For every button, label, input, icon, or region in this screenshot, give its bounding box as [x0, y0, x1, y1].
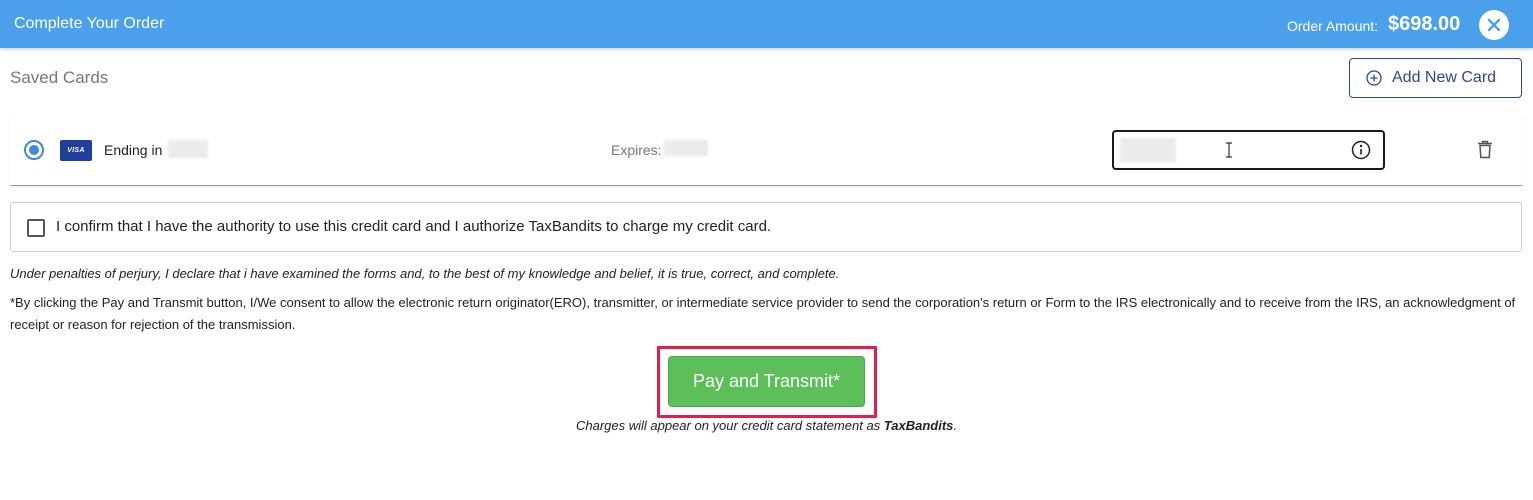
saved-cards-title: Saved Cards	[10, 68, 109, 87]
header-title: Complete Your Order	[14, 15, 165, 32]
perjury-statement: Under penalties of perjury, I declare th…	[10, 266, 840, 281]
consent-statement: *By clicking the Pay and Transmit button…	[10, 295, 1516, 332]
card-select-radio[interactable]	[24, 140, 44, 160]
add-new-card-label: Add New Card	[1392, 69, 1497, 86]
authorization-confirm-row: I confirm that I have the authority to u…	[10, 202, 1522, 252]
card-number-redacted	[168, 140, 208, 158]
text-cursor-icon	[1226, 142, 1232, 158]
pay-and-transmit-button[interactable]: Pay and Transmit*	[668, 356, 865, 407]
trash-icon[interactable]	[1477, 140, 1493, 159]
order-amount-value: $698.00	[1388, 13, 1461, 35]
add-new-card-button[interactable]: Add New Card	[1349, 58, 1522, 98]
saved-card-row: VISA Ending in Expires:	[10, 114, 1522, 186]
order-amount-label: Order Amount:	[1287, 18, 1379, 34]
close-icon	[1487, 18, 1501, 32]
charges-note: Charges will appear on your credit card …	[0, 418, 1533, 433]
card-expiry-redacted	[664, 140, 708, 156]
card-expires-label: Expires:	[611, 142, 662, 158]
cvv-input[interactable]	[1112, 130, 1385, 170]
charges-note-prefix: Charges will appear on your credit card …	[575, 418, 884, 433]
charges-note-brand: TaxBandits	[883, 418, 954, 433]
card-ending-label: Ending in	[104, 142, 163, 158]
authorization-text: I confirm that I have the authority to u…	[56, 218, 772, 235]
cvv-value-redacted	[1120, 138, 1176, 162]
info-icon[interactable]	[1351, 140, 1371, 160]
close-button[interactable]	[1479, 10, 1509, 40]
order-header: Complete Your Order Order Amount: $698.0…	[0, 0, 1533, 48]
charges-note-suffix: .	[953, 418, 958, 433]
plus-circle-icon	[1366, 70, 1382, 86]
authorization-checkbox[interactable]	[27, 219, 45, 237]
visa-logo: VISA	[60, 140, 92, 161]
